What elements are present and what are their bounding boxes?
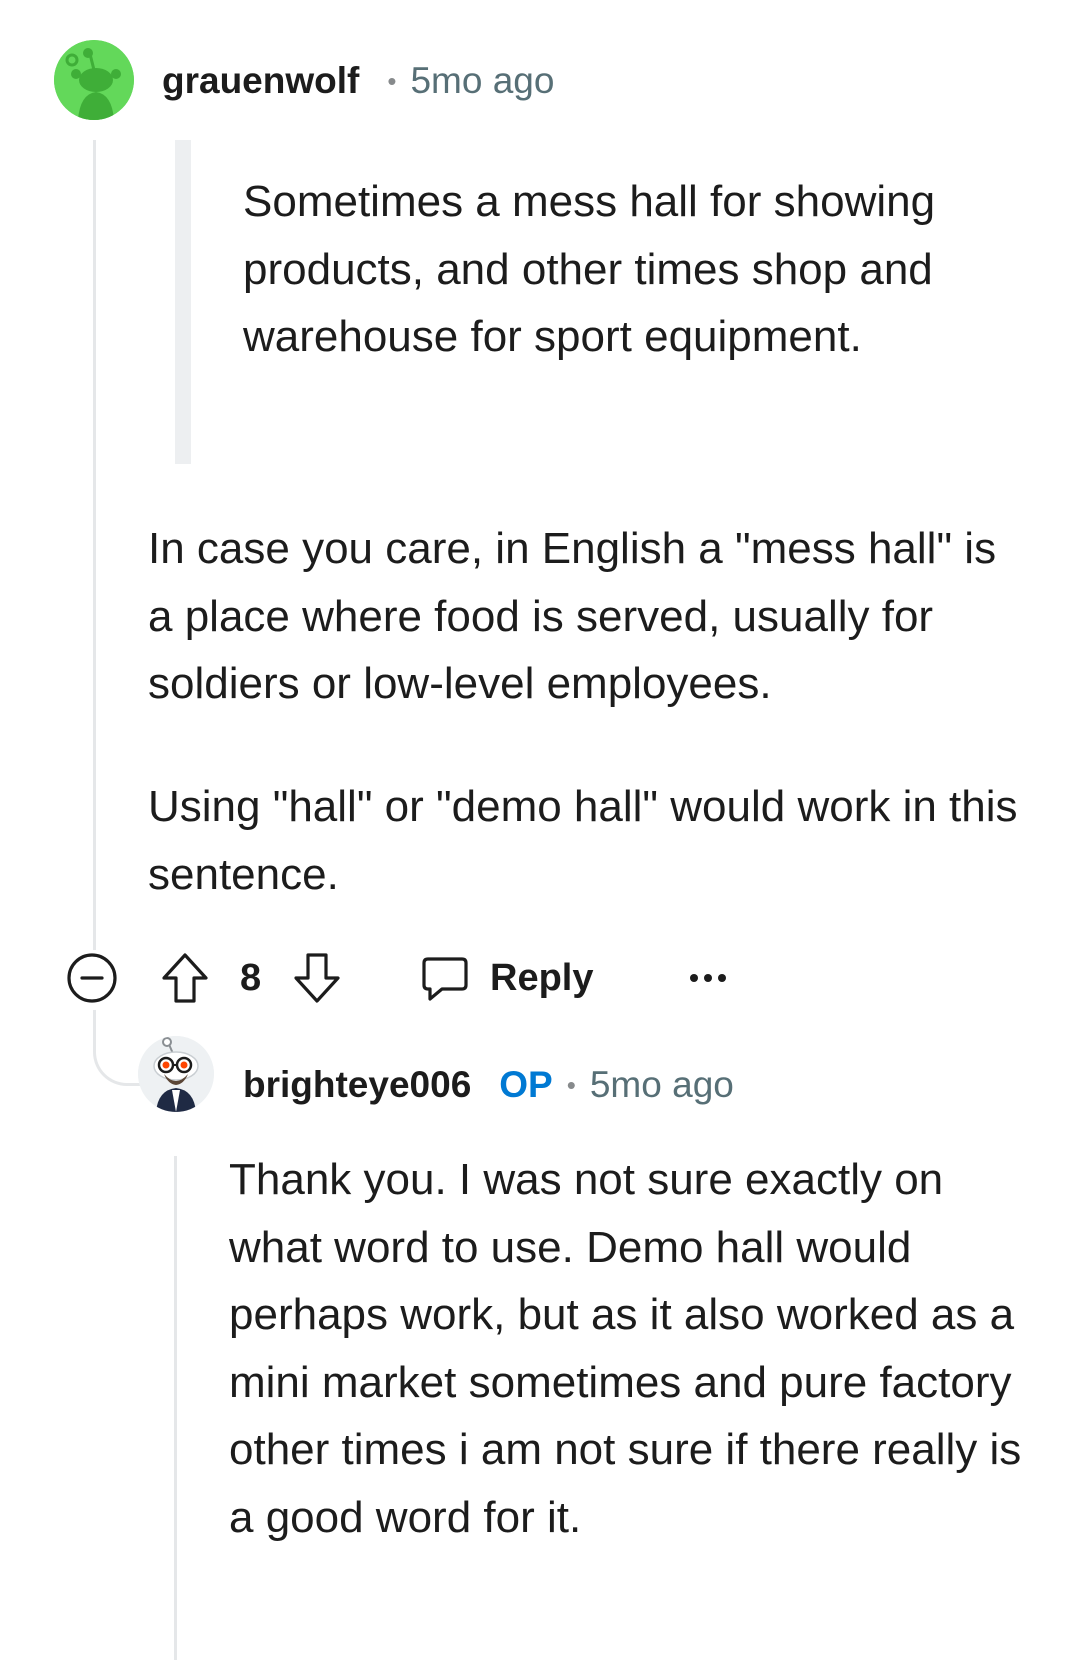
arrow-down-icon — [294, 953, 340, 1003]
comment-paragraph: In case you care, in English a "mess hal… — [148, 524, 997, 708]
arrow-up-icon — [162, 953, 208, 1003]
avatar[interactable] — [54, 40, 134, 120]
reply-label: Reply — [490, 956, 594, 999]
downvote-button[interactable] — [292, 948, 344, 1008]
more-options-button[interactable] — [688, 948, 738, 1008]
thread-branch-line — [93, 1010, 141, 1086]
reply-button[interactable]: Reply — [420, 948, 593, 1008]
quote-text: Sometimes a mess hall for showing produc… — [243, 177, 936, 361]
snoo-avatar-icon — [54, 40, 134, 120]
blockquote: Sometimes a mess hall for showing produc… — [175, 140, 955, 464]
speech-bubble-icon — [422, 957, 468, 1001]
comment-header: grauenwolf • 5mo ago — [162, 56, 554, 106]
vote-count: 8 — [240, 956, 262, 999]
timestamp[interactable]: 5mo ago — [590, 1064, 734, 1106]
upvote-button[interactable] — [160, 948, 212, 1008]
separator-dot: • — [566, 1069, 576, 1100]
thread-line — [93, 140, 96, 950]
thread-line — [174, 1156, 177, 1660]
comment-paragraph: Thank you. I was not sure exactly on wha… — [229, 1155, 1022, 1542]
avatar[interactable] — [138, 1036, 214, 1112]
comment-paragraph: Using "hall" or "demo hall" would work i… — [148, 782, 1018, 899]
separator-dot: • — [387, 65, 397, 96]
comment-action-bar: 8 Reply — [66, 948, 766, 1008]
snoo-avatar-icon — [138, 1036, 214, 1112]
username[interactable]: brighteye006 — [243, 1064, 471, 1106]
comment-header: brighteye006 OP • 5mo ago — [243, 1060, 734, 1110]
ellipsis-icon — [690, 974, 726, 982]
timestamp[interactable]: 5mo ago — [410, 60, 554, 102]
minus-circle-icon — [67, 953, 117, 1003]
op-badge: OP — [499, 1064, 553, 1105]
collapse-button[interactable] — [66, 948, 122, 1008]
username[interactable]: grauenwolf — [162, 60, 359, 102]
